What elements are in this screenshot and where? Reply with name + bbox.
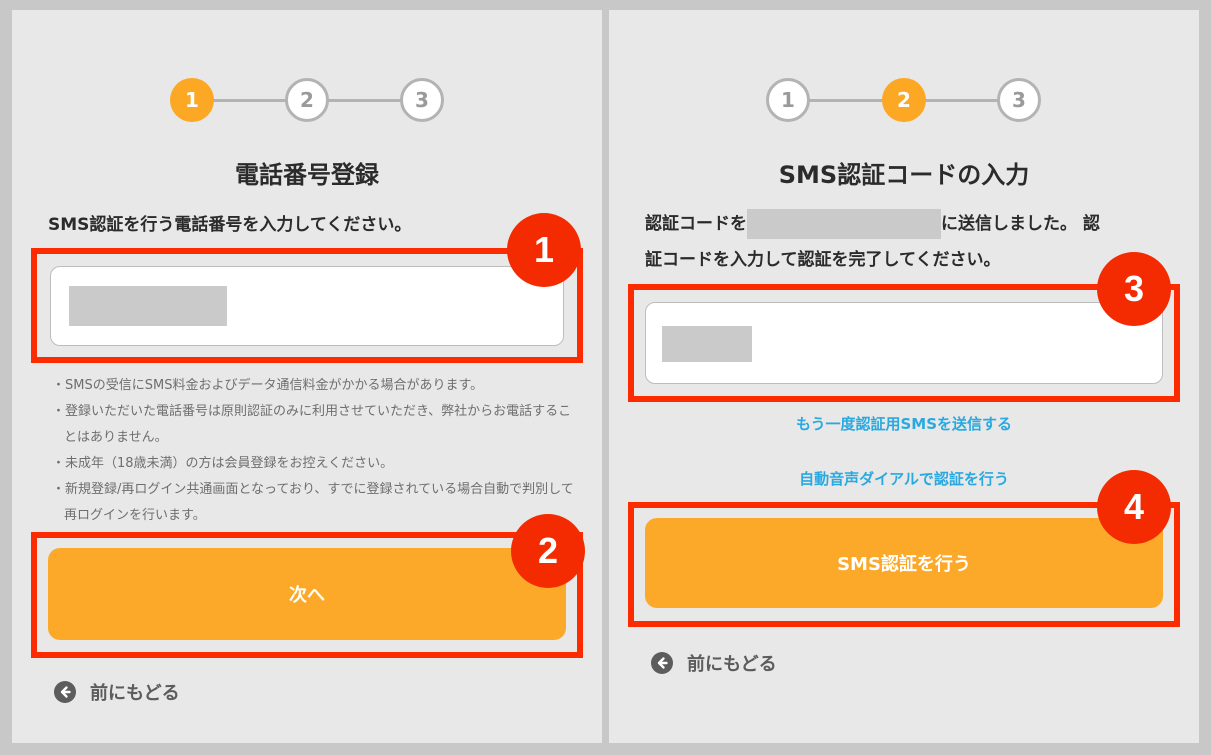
step-indicator: 1 2 3 [766,78,1042,122]
note-item: ・未成年（18歳未満）の方は会員登録をお控えください。 [52,456,394,471]
annotation-badge-3: 3 [1097,252,1171,326]
phone-instruction: SMS認証を行う電話番号を入力してください。 [48,215,412,235]
notes-list: ・SMSの受信にSMS料金およびデータ通信料金がかかる場合があります。 ・登録い… [52,373,582,529]
step-1-active: 1 [170,78,214,122]
resend-sms-link[interactable]: もう一度認証用SMSを送信する [609,413,1199,434]
masked-phone-number [747,209,941,239]
back-link[interactable]: 前にもどる [651,650,777,676]
annotation-frame-3 [628,284,1180,402]
step-indicator: 1 2 3 [170,78,444,122]
page-title: 電話番号登録 [235,161,379,189]
back-label: 前にもどる [687,654,777,675]
annotation-badge-2: 2 [511,514,585,588]
annotation-badge-4: 4 [1097,470,1171,544]
code-instruction: 認証コードを に送信しました。 認 証コードを入力して認証を完了してください。 [645,206,1175,278]
instruction-text-end: に送信しました。 認 [941,214,1100,234]
step-3: 3 [997,78,1041,122]
back-link[interactable]: 前にもどる [54,679,180,705]
instruction-line-1: 認証コードを に送信しました。 認 [645,206,1175,242]
note-item: ・SMSの受信にSMS料金およびデータ通信料金がかかる場合があります。 [52,378,484,393]
step-3: 3 [400,78,444,122]
step-2-active: 2 [882,78,926,122]
note-item: ・新規登録/再ログイン共通画面となっており、すでに登録されている場合自動で判別し… [52,482,574,523]
annotation-frame-1 [31,248,583,363]
annotation-frame-4 [628,502,1180,627]
back-label: 前にもどる [90,683,180,704]
step-1: 1 [766,78,810,122]
annotation-frame-2 [31,532,583,658]
note-item: ・登録いただいた電話番号は原則認証のみに利用させていただき、弊社からお電話するこ… [52,404,572,445]
arrow-left-circle-icon [54,681,76,703]
instruction-text-start: 認証コードを [645,214,747,234]
page-title: SMS認証コードの入力 [778,161,1030,189]
arrow-left-circle-icon [651,652,673,674]
annotation-badge-1: 1 [507,213,581,287]
step-2: 2 [285,78,329,122]
instruction-line-2: 証コードを入力して認証を完了してください。 [645,250,1001,270]
